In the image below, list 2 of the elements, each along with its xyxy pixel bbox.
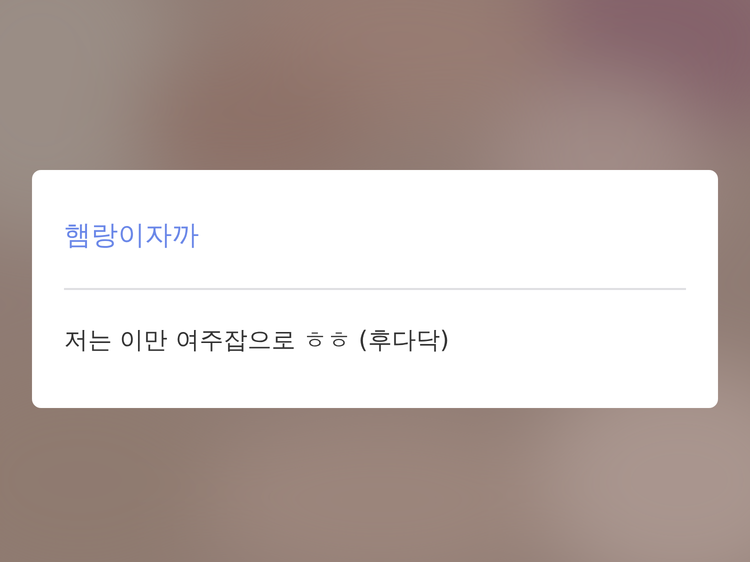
- dialog-title: 햄랑이자까: [64, 219, 200, 253]
- dialog-message: 저는 이만 여주잡으로 ㅎㅎ (후다닥): [64, 325, 450, 356]
